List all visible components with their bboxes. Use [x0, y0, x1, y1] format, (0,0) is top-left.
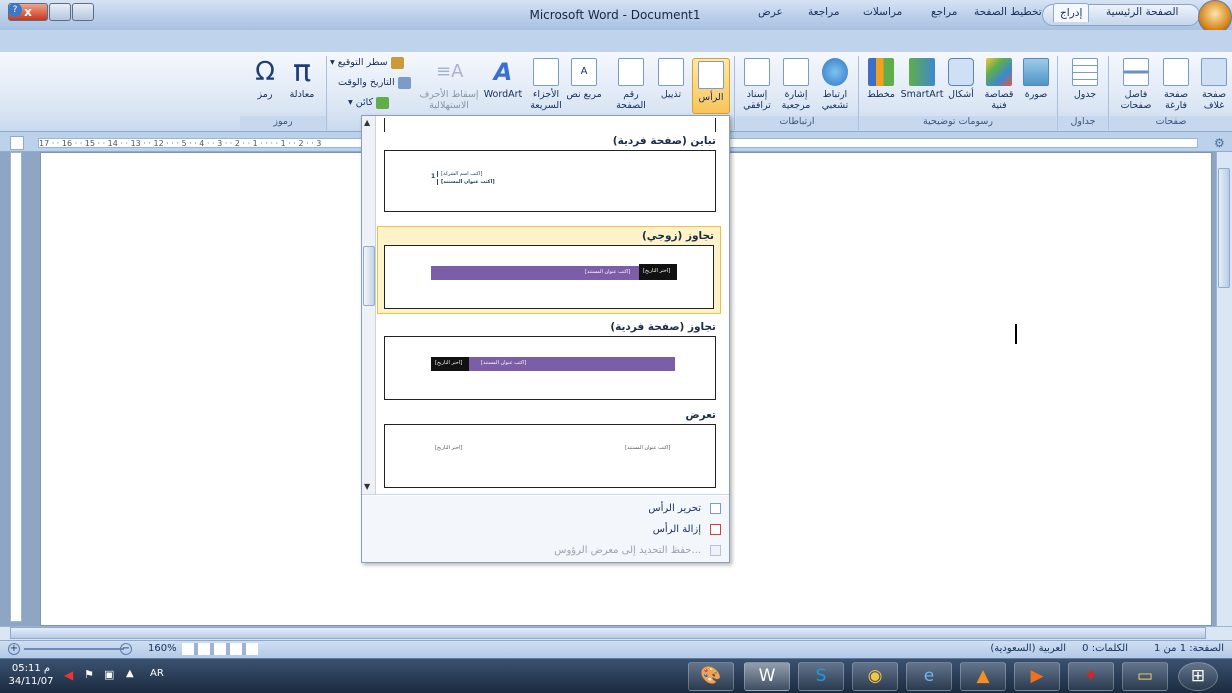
vlc-icon[interactable]: ▲: [960, 662, 1006, 691]
cross-reference-button[interactable]: إسناد ترافقي: [738, 58, 776, 111]
zoom-out-icon[interactable]: −: [120, 643, 132, 655]
save-to-gallery-icon: [710, 545, 721, 556]
group-label-links: ارتباطات: [736, 116, 858, 130]
gallery-item-title: تباين (صفحة فردية): [612, 135, 716, 147]
view-buttons[interactable]: [182, 643, 258, 655]
maximize-button[interactable]: [49, 3, 71, 21]
help-icon[interactable]: ?: [8, 3, 22, 17]
word-icon[interactable]: W: [744, 662, 790, 691]
language-indicator[interactable]: AR: [150, 668, 164, 679]
gallery-item-title: تجاوز (زوجي): [641, 230, 714, 242]
header-option-alphabet-odd[interactable]: تجاوز (صفحة فردية) [اختر التاريخ] [اكتب …: [378, 318, 722, 402]
equation-button[interactable]: π معادلة: [284, 57, 320, 101]
status-page[interactable]: الصفحة: 1 من 1: [1154, 643, 1224, 654]
vertical-ruler: [10, 152, 22, 622]
signature-line-button[interactable]: ▾ سطر التوقيع: [330, 56, 404, 70]
shapes-button[interactable]: أشكال: [942, 58, 980, 100]
header-option-exposure[interactable]: تعرض [اختر التاريخ] [اكتب عنوان المستند]: [378, 406, 722, 492]
app-icon[interactable]: ✦: [1068, 662, 1114, 691]
header-option-alphabet-even[interactable]: تجاوز (زوجي) [اكتب عنوان المستند] [اختر …: [377, 226, 721, 314]
tab-page-layout[interactable]: تخطيط الصفحة: [968, 3, 1048, 22]
quick-parts-button[interactable]: الأجزاء السريعة: [524, 58, 568, 111]
network-icon[interactable]: ▣: [104, 668, 114, 681]
date-time-button[interactable]: التاريخ والوقت: [338, 76, 411, 90]
zoom-slider[interactable]: [24, 648, 124, 650]
tab-insert[interactable]: إدراج: [1053, 3, 1090, 22]
tab-mailings[interactable]: مراسلات: [857, 3, 908, 22]
tab-view[interactable]: عرض: [752, 3, 789, 22]
tab-selector[interactable]: [10, 136, 24, 150]
group-label-illustrations: رسومات توضيحية: [860, 116, 1056, 130]
folder-icon[interactable]: ▭: [1122, 662, 1168, 691]
horizontal-scroll-thumb[interactable]: [10, 627, 1206, 639]
group-label-symbols: رموز: [240, 116, 326, 130]
drop-cap-button[interactable]: ≡A إسقاط الأحرف الاستهلالية: [418, 58, 480, 111]
skype-icon[interactable]: S: [798, 662, 844, 691]
footer-button[interactable]: تذييل: [652, 58, 690, 100]
vertical-scroll-thumb[interactable]: [1218, 168, 1230, 288]
header-button[interactable]: الرأس: [692, 58, 730, 114]
chart-button[interactable]: مخطط: [862, 58, 900, 100]
gallery-scroll-thumb[interactable]: [363, 246, 375, 306]
gallery-scroll-up-icon[interactable]: ▲: [364, 118, 370, 127]
group-label-pages: صفحات: [1110, 116, 1232, 130]
minimize-button[interactable]: [72, 3, 94, 21]
header-option-contrast[interactable]: تباين (صفحة فردية) 1 [اكتب اسم الشركة] […: [378, 118, 722, 214]
ribbon-tabs: [0, 30, 1232, 52]
start-button[interactable]: ⊞: [1178, 662, 1218, 691]
wordart-button[interactable]: A WordArt: [482, 58, 524, 100]
object-button[interactable]: ▾ كائن: [348, 96, 390, 110]
smartart-button[interactable]: SmartArt: [900, 58, 944, 100]
tab-review[interactable]: مراجعة: [802, 3, 846, 22]
symbol-button[interactable]: Ω رمز: [248, 58, 282, 100]
picture-button[interactable]: صورة: [1018, 58, 1054, 100]
zoom-level[interactable]: 160%: [148, 643, 177, 654]
page-break-button[interactable]: فاصل صفحات: [1116, 58, 1156, 111]
text-box-button[interactable]: A مربع نص: [564, 58, 604, 100]
hyperlink-button[interactable]: ارتباط تشعبي: [816, 58, 854, 111]
zoom-in-icon[interactable]: +: [8, 643, 20, 655]
internet-explorer-icon[interactable]: e: [906, 662, 952, 691]
volume-icon[interactable]: ◀: [64, 668, 73, 682]
group-label-tables: جداول: [1058, 116, 1108, 130]
flag-icon[interactable]: ⚑: [84, 668, 94, 681]
remove-header-command[interactable]: إزالة الرأس: [362, 521, 729, 538]
window-title: Microsoft Word - Document1: [529, 8, 701, 22]
text-cursor: [1015, 324, 1017, 344]
gallery-scroll-down-icon[interactable]: ▼: [364, 482, 370, 491]
cover-page-button[interactable]: صفحة غلاف: [1196, 58, 1232, 111]
gallery-item-title: تجاوز (صفحة فردية): [610, 321, 716, 333]
blank-page-button[interactable]: صفحة فارغة: [1158, 58, 1194, 111]
tab-references[interactable]: مراجع: [925, 3, 963, 22]
bookmark-button[interactable]: إشارة مرجعية: [776, 58, 816, 111]
gallery-item-title: تعرض: [685, 409, 716, 421]
clip-art-button[interactable]: قصاصة فنية: [980, 58, 1018, 111]
tray-expand-icon[interactable]: ▲: [126, 668, 134, 679]
media-player-icon[interactable]: ▶: [1014, 662, 1060, 691]
table-button[interactable]: جدول: [1066, 58, 1104, 100]
save-to-gallery-command[interactable]: حفظ التحديد إلى معرض الرؤوس...: [362, 542, 729, 559]
page-number-button[interactable]: رقم الصفحة: [610, 58, 652, 111]
edit-header-icon: [710, 503, 721, 514]
office-button[interactable]: [1198, 0, 1232, 34]
remove-header-icon: [710, 524, 721, 535]
view-ruler-icon[interactable]: ⚙: [1214, 136, 1225, 150]
status-language[interactable]: العربية (السعودية): [990, 643, 1066, 654]
status-words[interactable]: الكلمات: 0: [1082, 643, 1128, 654]
tab-home[interactable]: الصفحة الرئيسية: [1100, 3, 1184, 22]
edit-header-command[interactable]: تحرير الرأس: [362, 500, 729, 517]
paint-icon[interactable]: 🎨: [688, 662, 734, 691]
chrome-icon[interactable]: ◉: [852, 662, 898, 691]
taskbar-clock[interactable]: 05:11 م 34/11/07: [6, 662, 56, 688]
